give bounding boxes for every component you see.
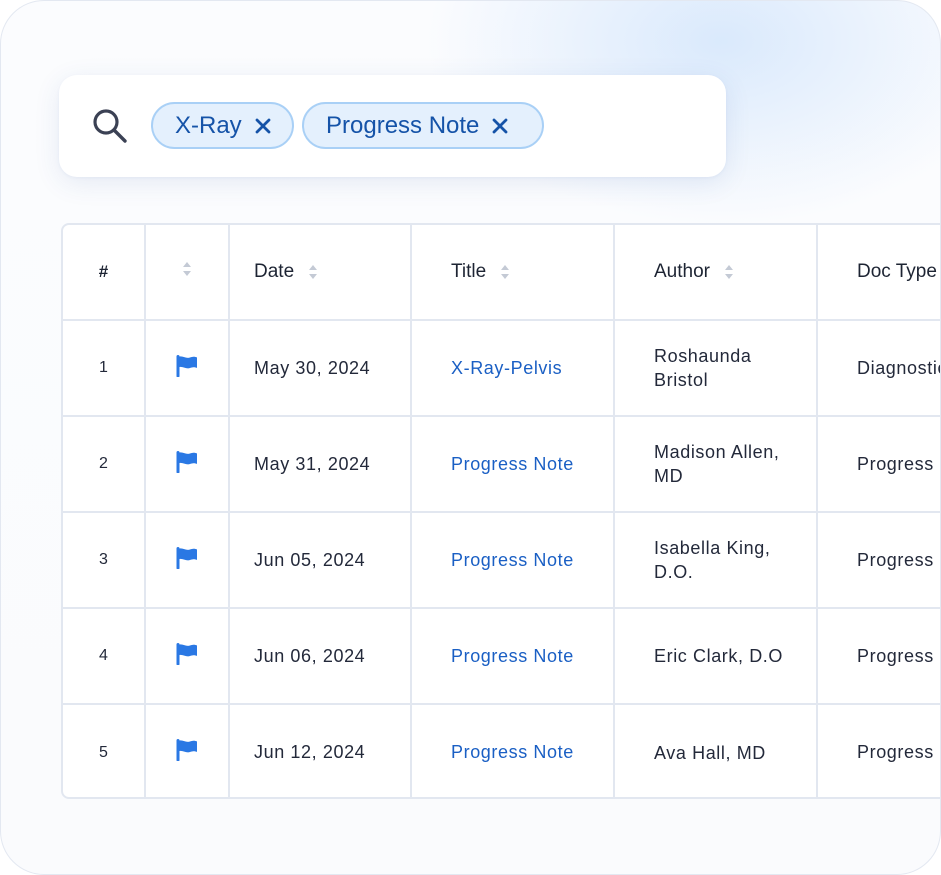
flag-icon[interactable]	[175, 642, 199, 665]
column-header-label: Date	[254, 261, 295, 282]
close-icon[interactable]	[254, 117, 272, 135]
cell-date: May 31, 2024	[229, 416, 412, 513]
flag-icon[interactable]	[175, 450, 199, 473]
row-number: 3	[63, 512, 146, 609]
table-row[interactable]: 5 Jun 12, 2024 Progress Note Ava Hall, M…	[63, 704, 940, 797]
sort-icon[interactable]	[724, 264, 734, 280]
search-icon[interactable]	[91, 107, 129, 145]
column-header-number: #	[63, 225, 146, 321]
filter-chip-xray[interactable]: X-Ray	[151, 102, 294, 149]
cell-date: Jun 06, 2024	[229, 608, 412, 705]
table-row[interactable]: 1 May 30, 2024 X-Ray-Pelvis Roshaunda Br…	[63, 320, 940, 417]
filter-chip-label: Progress Note	[326, 111, 480, 139]
sort-icon[interactable]	[500, 264, 510, 280]
documents-table: # Date Title Author Doc Type 1 May 30, 2…	[61, 223, 940, 799]
cell-date: Jun 05, 2024	[229, 512, 412, 609]
filter-chip-progress-note[interactable]: Progress Note	[302, 102, 544, 149]
document-title-link[interactable]: Progress Note	[451, 454, 574, 474]
cell-author: Roshaunda Bristol	[654, 346, 752, 390]
column-header-date[interactable]: Date	[229, 225, 412, 321]
flag-icon[interactable]	[175, 354, 199, 377]
row-number: 2	[63, 416, 146, 513]
column-header-flag[interactable]	[145, 225, 230, 321]
cell-doc-type: Progress Note	[817, 608, 940, 705]
sort-icon[interactable]	[182, 261, 192, 277]
cell-author: Eric Clark, D.O	[654, 646, 784, 666]
column-header-author[interactable]: Author	[614, 225, 818, 321]
column-header-title[interactable]: Title	[411, 225, 615, 321]
column-header-label: Title	[451, 261, 487, 282]
document-title-link[interactable]: X-Ray-Pelvis	[451, 358, 562, 378]
flag-icon[interactable]	[175, 739, 199, 761]
table-row[interactable]: 2 May 31, 2024 Progress Note Madison All…	[63, 416, 940, 513]
column-header-label: Doc Type	[857, 261, 937, 282]
cell-doc-type: Progress Note	[817, 416, 940, 513]
close-icon[interactable]	[491, 117, 509, 135]
row-number: 4	[63, 608, 146, 705]
document-title-link[interactable]: Progress Note	[451, 550, 574, 570]
row-number: 1	[63, 320, 146, 417]
cell-author: Isabella King, D.O.	[654, 538, 771, 582]
row-number: 5	[63, 704, 146, 797]
cell-author: Ava Hall, MD	[654, 742, 766, 763]
cell-date: Jun 12, 2024	[229, 704, 412, 797]
cell-author: Madison Allen, MD	[654, 442, 780, 486]
filter-chip-label: X-Ray	[175, 111, 242, 139]
cell-date: May 30, 2024	[229, 320, 412, 417]
document-title-link[interactable]: Progress Note	[451, 646, 574, 666]
table-row[interactable]: 3 Jun 05, 2024 Progress Note Isabella Ki…	[63, 512, 940, 609]
column-header-label: Author	[654, 261, 710, 282]
cell-doc-type: Diagnostic	[817, 320, 940, 417]
document-title-link[interactable]: Progress Note	[451, 742, 574, 762]
document-search-card: X-Ray Progress Note # Date Title Author …	[0, 0, 941, 875]
cell-doc-type: Progress Note	[817, 704, 940, 797]
table-header-row: # Date Title Author Doc Type	[63, 225, 940, 321]
sort-icon[interactable]	[308, 264, 318, 280]
column-header-doc-type[interactable]: Doc Type	[817, 225, 940, 321]
cell-doc-type: Progress Note	[817, 512, 940, 609]
flag-icon[interactable]	[175, 546, 199, 569]
table-row[interactable]: 4 Jun 06, 2024 Progress Note Eric Clark,…	[63, 608, 940, 705]
